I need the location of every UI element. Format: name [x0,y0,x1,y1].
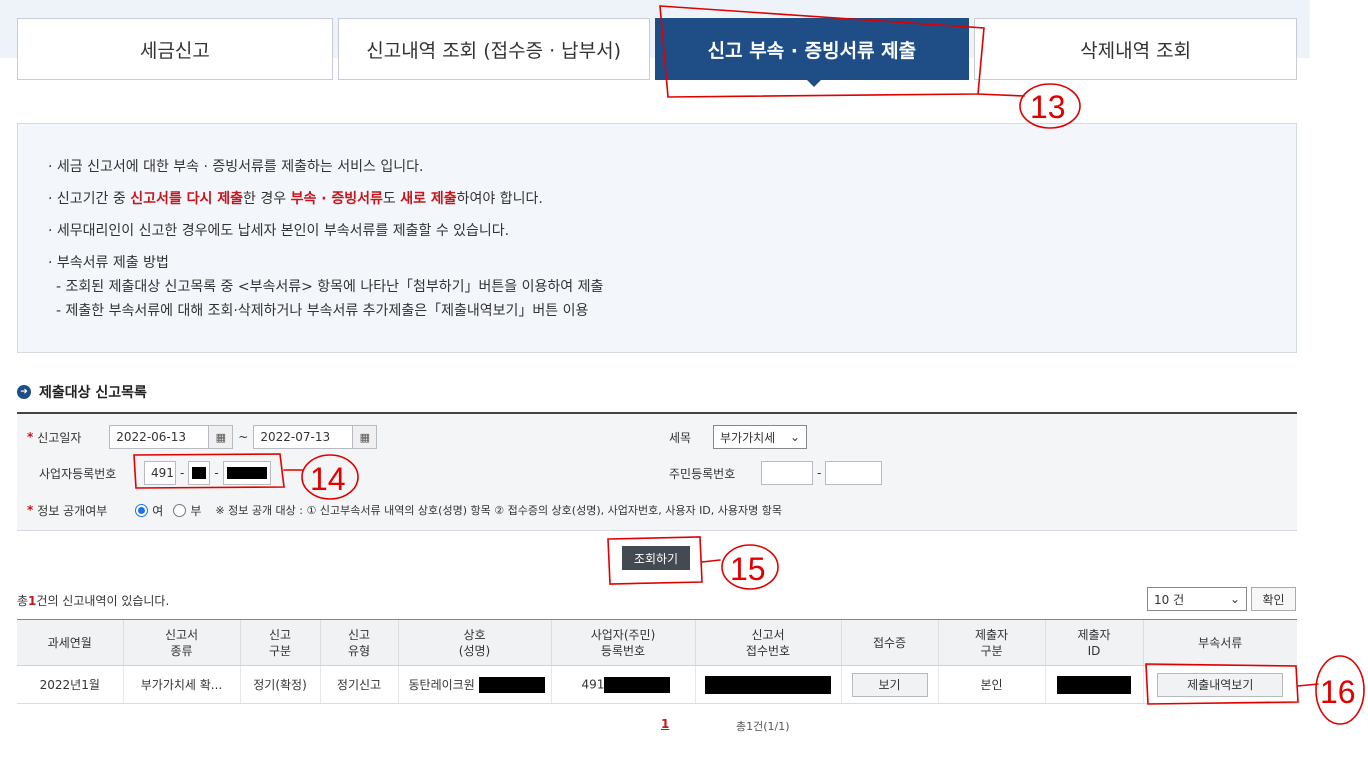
resident-row: 주민등록번호 - [669,460,883,486]
resident-label: 주민등록번호 [669,466,736,481]
page-link-current[interactable]: 1 [661,717,669,731]
info-line: · 세금 신고서에 대한 부속 · 증빙서류를 제출하는 서비스 입니다. [48,159,424,175]
receipt-view-button[interactable]: 보기 [851,672,928,697]
search-button[interactable]: 조회하기 [622,546,690,570]
annotation-ring-15 [721,544,779,590]
annotation-leader-13 [977,93,1025,97]
calendar-icon[interactable]: ▦ [209,425,234,449]
required-mark: * [27,430,34,444]
table-header-row: 과세연월 신고서 종류 신고 구분 신고 유형 상호 (성명) 사업자(주민) 등록번호 … [17,619,1297,666]
date-label: 신고일자 [37,430,82,445]
annotation-label-13: 13 [1030,89,1066,125]
th-report-type: 신고서 종류 [122,619,240,666]
th-division: 신고 구분 [239,619,320,666]
search-panel: * 신고일자 2022-06-13 ▦ ~ 2022-07-13 ▦ 세목 부가… [17,412,1297,531]
tab-label: 세금신고 [139,39,210,62]
disclosure-yes-radio[interactable] [135,503,149,517]
tab-tax-report[interactable]: 세금신고 [17,18,333,80]
resident-part2-input[interactable] [825,461,883,485]
annotation-leader-16 [1297,683,1319,687]
info-line: · 부속서류 제출 방법 [48,255,169,271]
info-line: · 세무대리인이 신고한 경우에도 납세자 본인이 부속서류를 제출할 수 있습… [48,223,510,239]
info-box: · 세금 신고서에 대한 부속 · 증빙서류를 제출하는 서비스 입니다. · … [17,123,1297,353]
tab-deleted-history[interactable]: 삭제내역 조회 [974,18,1297,80]
cell-company: 동탄레이크원 [397,665,551,704]
disclosure-label: 정보 공개여부 [37,503,108,518]
cell-kind: 정기신고 [319,665,398,704]
cell-regno: 491 [550,665,695,704]
tax-row: 세목 부가가치세 ⌄ [669,424,807,450]
annotation-label-15: 15 [730,551,766,587]
tax-select[interactable]: 부가가치세 ⌄ [713,425,807,449]
active-tab-pointer [805,79,822,87]
cell-submitter-type: 본인 [937,665,1045,704]
th-receipt-no: 신고서 접수번호 [694,619,841,666]
tab-bar: 세금신고 신고내역 조회 (접수증 · 납부서) 신고 부속 · 증빙서류 제출… [17,18,1297,87]
cell-receipt: 보기 [840,665,938,704]
bizno-part2-input[interactable] [188,461,211,485]
tax-label: 세목 [669,430,692,445]
chevron-down-icon: ⌄ [1229,592,1240,606]
chevron-down-icon: ⌄ [789,430,800,444]
bizno-part1-input[interactable]: 491 [144,461,176,485]
annotation-ring-16 [1315,655,1365,725]
info-subline: - 조회된 제출대상 신고목록 중 <부속서류> 항목에 나타난「첨부하기」버튼… [56,279,604,295]
result-count: 총1건의 신고내역이 있습니다. [17,594,170,608]
date-to-input[interactable]: 2022-07-13 [253,425,354,449]
result-table: 과세연월 신고서 종류 신고 구분 신고 유형 상호 (성명) 사업자(주민) 등록번호 … [17,619,1297,704]
page-total: 총1건(1/1) [736,720,790,733]
tab-attachment-submit[interactable]: 신고 부속 · 증빙서류 제출 [654,18,970,87]
th-attachments: 부속서류 [1142,619,1297,666]
calendar-icon[interactable]: ▦ [353,425,378,449]
cell-period: 2022년1월 [17,665,123,704]
th-submitter-id: 제출자 ID [1044,619,1143,666]
tab-report-history[interactable]: 신고내역 조회 (접수증 · 납부서) [337,18,650,80]
tab-label: 신고 부속 · 증빙서류 제출 [707,39,917,62]
cell-receipt-no [694,665,841,704]
th-kind: 신고 유형 [319,619,398,666]
th-regno: 사업자(주민) 등록번호 [550,619,695,666]
resident-part1-input[interactable] [761,461,813,485]
table-row: 2022년1월 부가가치세 확... 정기(확정) 정기신고 동탄레이크원 49… [17,665,1297,704]
confirm-button[interactable]: 확인 [1251,587,1296,611]
th-period: 과세연월 [17,619,123,666]
bizno-label: 사업자등록번호 [39,466,117,481]
annotation-leader-15 [701,559,721,563]
cell-attachments: 제출내역보기 [1142,665,1297,704]
cell-report-type: 부가가치세 확... [122,665,240,704]
info-subline: - 제출한 부속서류에 대해 조회·삭제하거나 부속서류 추가제출은「제출내역보… [56,303,589,319]
disclosure-note: ※ 정보 공개 대상 : ① 신고부속서류 내역의 상호(성명) 항목 ② 접수… [215,504,782,517]
date-from-input[interactable]: 2022-06-13 [109,425,210,449]
page-size-select[interactable]: 10 건 ⌄ [1147,587,1247,611]
cell-division: 정기(확정) [239,665,320,704]
disclosure-no-radio[interactable] [173,503,187,517]
annotation-ring-13 [1019,83,1081,129]
tab-label: 신고내역 조회 (접수증 · 납부서) [366,39,622,62]
required-mark: * [27,503,34,517]
submission-history-button[interactable]: 제출내역보기 [1157,672,1284,697]
arrow-circle-icon: ➜ [17,385,31,399]
section-title: ➜ 제출대상 신고목록 [17,382,147,402]
cell-submitter-id [1044,665,1143,704]
th-submitter-type: 제출자 구분 [937,619,1045,666]
bizno-row: 사업자등록번호 491 - - [39,460,271,486]
th-receipt: 접수증 [840,619,938,666]
tab-label: 삭제내역 조회 [1080,39,1192,62]
annotation-label-16: 16 [1320,674,1356,710]
date-row: * 신고일자 2022-06-13 ▦ ~ 2022-07-13 ▦ [27,424,378,450]
bizno-part3-input[interactable] [222,461,271,485]
info-line: · 신고기간 중 신고서를 다시 제출한 경우 부속 · 증빙서류도 새로 제출… [48,191,543,207]
tilde: ~ [238,430,249,444]
disclosure-row: * 정보 공개여부 여 부 ※ 정보 공개 대상 : ① 신고부속서류 내역의 … [27,503,782,518]
th-company: 상호 (성명) [397,619,551,666]
